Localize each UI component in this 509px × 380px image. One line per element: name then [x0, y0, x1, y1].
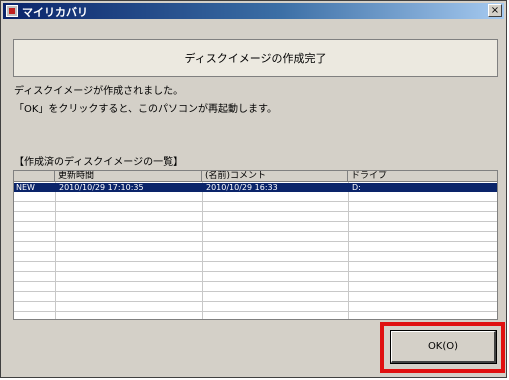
- app-icon: [6, 5, 18, 17]
- completion-banner: ディスクイメージの作成完了: [13, 39, 498, 77]
- column-divider: [348, 182, 349, 319]
- column-header-comment[interactable]: (名前)コメント: [202, 171, 348, 181]
- table-header: 更新時間 (名前)コメント ドライブ: [14, 171, 497, 182]
- ok-button[interactable]: OK(O): [390, 330, 497, 364]
- cell-drive: D:: [352, 183, 361, 192]
- column-divider: [55, 182, 56, 319]
- message-created: ディスクイメージが作成されました。: [14, 86, 184, 97]
- ok-button-label: OK(O): [427, 341, 459, 352]
- column-header-updated[interactable]: 更新時間: [55, 171, 202, 181]
- grid-lines: [14, 182, 497, 319]
- recovery-dialog: マイリカバリ × ディスクイメージの作成完了 ディスクイメージが作成されました。…: [0, 0, 507, 378]
- title-bar[interactable]: マイリカバリ ×: [3, 3, 504, 19]
- cell-comment: 2010/10/29 16:33: [206, 183, 278, 192]
- image-list-table[interactable]: 更新時間 (名前)コメント ドライブ NEW 2010/10/29 17:10:…: [13, 170, 498, 320]
- message-restart: 「OK」をクリックすると、このパソコンが再起動します。: [14, 104, 278, 115]
- column-header-drive[interactable]: ドライブ: [348, 171, 497, 181]
- close-button[interactable]: ×: [488, 4, 502, 17]
- column-header-status[interactable]: [14, 171, 55, 181]
- cell-updated: 2010/10/29 17:10:35: [59, 183, 144, 192]
- window-title: マイリカバリ: [22, 6, 88, 19]
- cell-status: NEW: [16, 183, 35, 192]
- table-row-selected[interactable]: NEW 2010/10/29 17:10:35 2010/10/29 16:33…: [14, 183, 497, 192]
- image-list-title: 【作成済のディスクイメージの一覧】: [14, 157, 184, 168]
- banner-text: ディスクイメージの作成完了: [184, 52, 327, 65]
- column-divider: [202, 182, 203, 319]
